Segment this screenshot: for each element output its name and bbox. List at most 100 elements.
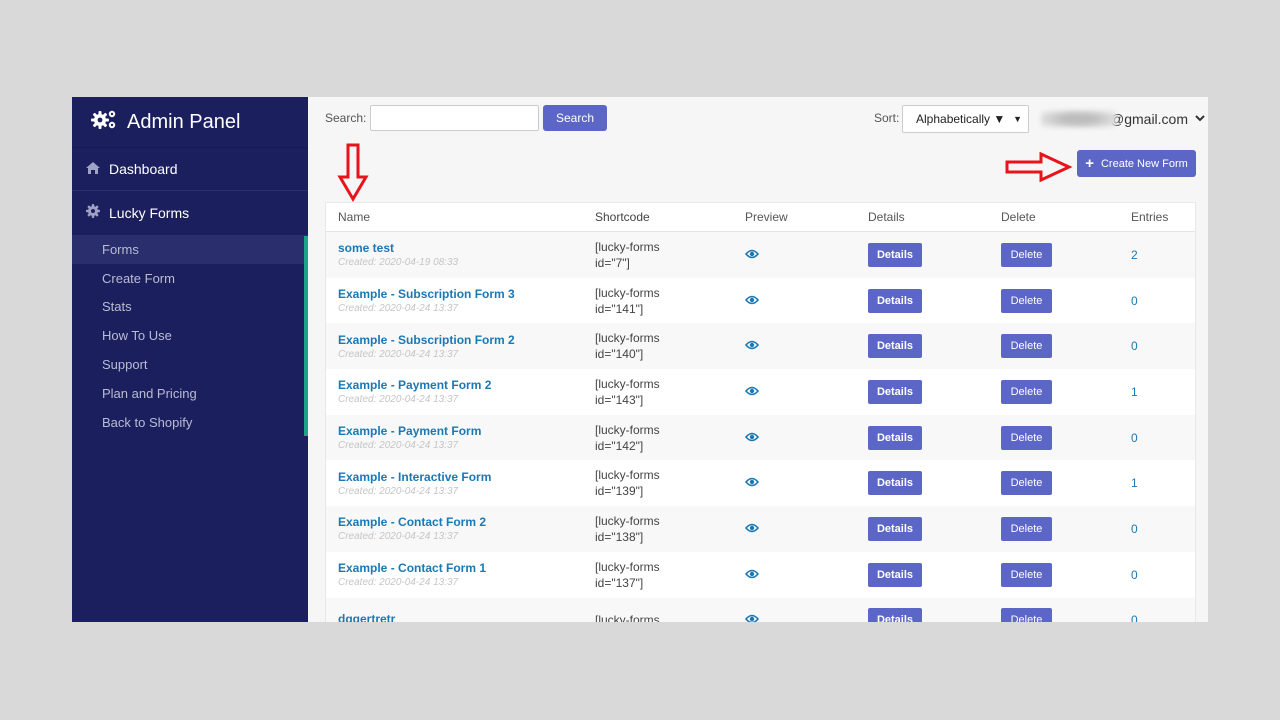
form-name-link[interactable]: Example - Payment Form 2 (338, 378, 595, 392)
app-window: Admin Panel Dashboard Lucky Forms Forms … (72, 97, 1208, 622)
eye-icon[interactable] (744, 476, 760, 490)
table-row: Example - Contact Form 1 Created: 2020-0… (326, 552, 1195, 598)
sidebar-item-lucky-forms[interactable]: Lucky Forms (72, 191, 308, 234)
submenu-item-stats[interactable]: Stats (72, 293, 308, 322)
entries-count-link[interactable]: 1 (1131, 385, 1138, 399)
home-icon (85, 161, 109, 178)
table-row: Example - Subscription Form 3 Created: 2… (326, 278, 1195, 324)
eye-icon[interactable] (744, 613, 760, 622)
preview-cell (744, 476, 868, 490)
preview-cell (744, 431, 868, 445)
entries-count-link[interactable]: 2 (1131, 248, 1138, 262)
delete-cell: Delete (1001, 288, 1125, 313)
delete-button[interactable]: Delete (1001, 288, 1052, 313)
brand-title: Admin Panel (127, 110, 241, 133)
submenu-item-how-to-use[interactable]: How To Use (72, 321, 308, 350)
form-created-date: Created: 2020-04-19 08:33 (338, 257, 459, 269)
form-name-link[interactable]: dggertretr (338, 612, 595, 622)
submenu-item-back-to-shopify[interactable]: Back to Shopify (72, 408, 308, 437)
entries-count-link[interactable]: 0 (1131, 294, 1138, 308)
eye-icon[interactable] (744, 522, 760, 536)
form-name-link[interactable]: Example - Contact Form 1 (338, 561, 595, 575)
preview-cell (744, 339, 868, 353)
delete-button[interactable]: Delete (1001, 425, 1052, 450)
column-header-shortcode: Shortcode (595, 210, 650, 224)
account-email: @gmail.com (1110, 111, 1189, 127)
form-name-link[interactable]: Example - Payment Form (338, 424, 595, 438)
details-cell: Details (868, 471, 1001, 496)
shortcode-line-2: id="7"] (595, 255, 630, 270)
delete-button[interactable]: Delete (1001, 516, 1052, 541)
eye-icon[interactable] (744, 568, 760, 582)
submenu-item-forms[interactable]: Forms (72, 235, 308, 264)
submenu-item-create-form[interactable]: Create Form (72, 264, 308, 293)
table-row: some test Created: 2020-04-19 08:33 [luc… (326, 232, 1195, 278)
sidebar-item-dashboard[interactable]: Dashboard (72, 148, 308, 191)
form-created-date: Created: 2020-04-24 13:37 (338, 485, 459, 497)
entries-count-link[interactable]: 1 (1131, 476, 1138, 490)
account-menu[interactable]: @gmail.com (1041, 110, 1205, 128)
details-button[interactable]: Details (868, 608, 922, 622)
form-name-link[interactable]: some test (338, 241, 595, 255)
entries-count-link[interactable]: 0 (1131, 568, 1138, 582)
form-name-link[interactable]: Example - Contact Form 2 (338, 515, 595, 529)
eye-icon[interactable] (744, 248, 760, 262)
create-new-form-button[interactable]: + Create New Form (1077, 150, 1196, 177)
caret-down-icon: ▼ (1013, 114, 1022, 124)
details-button[interactable]: Details (868, 425, 922, 450)
details-button[interactable]: Details (868, 516, 922, 541)
delete-button[interactable]: Delete (1001, 562, 1052, 587)
toolbar: Search: Search Sort: Alphabetically ▼ ▼ … (308, 97, 1208, 137)
details-button[interactable]: Details (868, 288, 922, 313)
details-button[interactable]: Details (868, 562, 922, 587)
search-input[interactable] (370, 105, 539, 131)
table-body: some test Created: 2020-04-19 08:33 [luc… (326, 232, 1195, 622)
sidebar-item-label: Dashboard (109, 161, 178, 177)
chevron-down-icon (1195, 114, 1205, 125)
preview-cell (744, 294, 868, 308)
eye-icon[interactable] (744, 385, 760, 399)
sidebar: Admin Panel Dashboard Lucky Forms Forms … (72, 97, 308, 622)
shortcode-cell: [lucky-forms id="137"] (595, 559, 745, 591)
entries-cell: 0 (1125, 522, 1195, 536)
form-name-link[interactable]: Example - Subscription Form 3 (338, 287, 595, 301)
annotation-arrow-down-icon (337, 143, 369, 202)
shortcode-line-1: [lucky-forms (595, 285, 660, 300)
name-cell: Example - Interactive Form Created: 2020… (326, 470, 595, 497)
delete-button[interactable]: Delete (1001, 242, 1052, 267)
delete-button[interactable]: Delete (1001, 334, 1052, 359)
sort-select[interactable]: Alphabetically ▼ ▼ (902, 105, 1029, 133)
shortcode-line-1: [lucky-forms (595, 331, 660, 346)
details-button[interactable]: Details (868, 334, 922, 359)
entries-count-link[interactable]: 0 (1131, 613, 1138, 622)
details-button[interactable]: Details (868, 471, 922, 496)
shortcode-line-2: id="143"] (595, 392, 644, 407)
entries-count-link[interactable]: 0 (1131, 339, 1138, 353)
eye-icon[interactable] (744, 339, 760, 353)
preview-cell (744, 248, 868, 262)
submenu-item-support[interactable]: Support (72, 350, 308, 379)
details-button[interactable]: Details (868, 242, 922, 267)
gear-icon (85, 203, 109, 222)
shortcode-cell: [lucky-forms id="138"] (595, 513, 745, 545)
form-created-date: Created: 2020-04-24 13:37 (338, 394, 459, 406)
entries-count-link[interactable]: 0 (1131, 522, 1138, 536)
details-button[interactable]: Details (868, 379, 922, 404)
eye-icon[interactable] (744, 294, 760, 308)
entries-cell: 0 (1125, 339, 1195, 353)
delete-button[interactable]: Delete (1001, 379, 1052, 404)
eye-icon[interactable] (744, 431, 760, 445)
form-name-link[interactable]: Example - Interactive Form (338, 470, 595, 484)
delete-button[interactable]: Delete (1001, 471, 1052, 496)
entries-count-link[interactable]: 0 (1131, 431, 1138, 445)
form-name-link[interactable]: Example - Subscription Form 2 (338, 333, 595, 347)
details-cell: Details (868, 242, 1001, 267)
entries-cell: 2 (1125, 248, 1195, 262)
table-row: Example - Payment Form 2 Created: 2020-0… (326, 369, 1195, 415)
search-button[interactable]: Search (543, 105, 607, 131)
details-cell: Details (868, 516, 1001, 541)
submenu-item-plan-and-pricing[interactable]: Plan and Pricing (72, 379, 308, 408)
delete-button[interactable]: Delete (1001, 608, 1052, 622)
column-header-name[interactable]: Name (326, 210, 595, 224)
preview-cell (744, 385, 868, 399)
